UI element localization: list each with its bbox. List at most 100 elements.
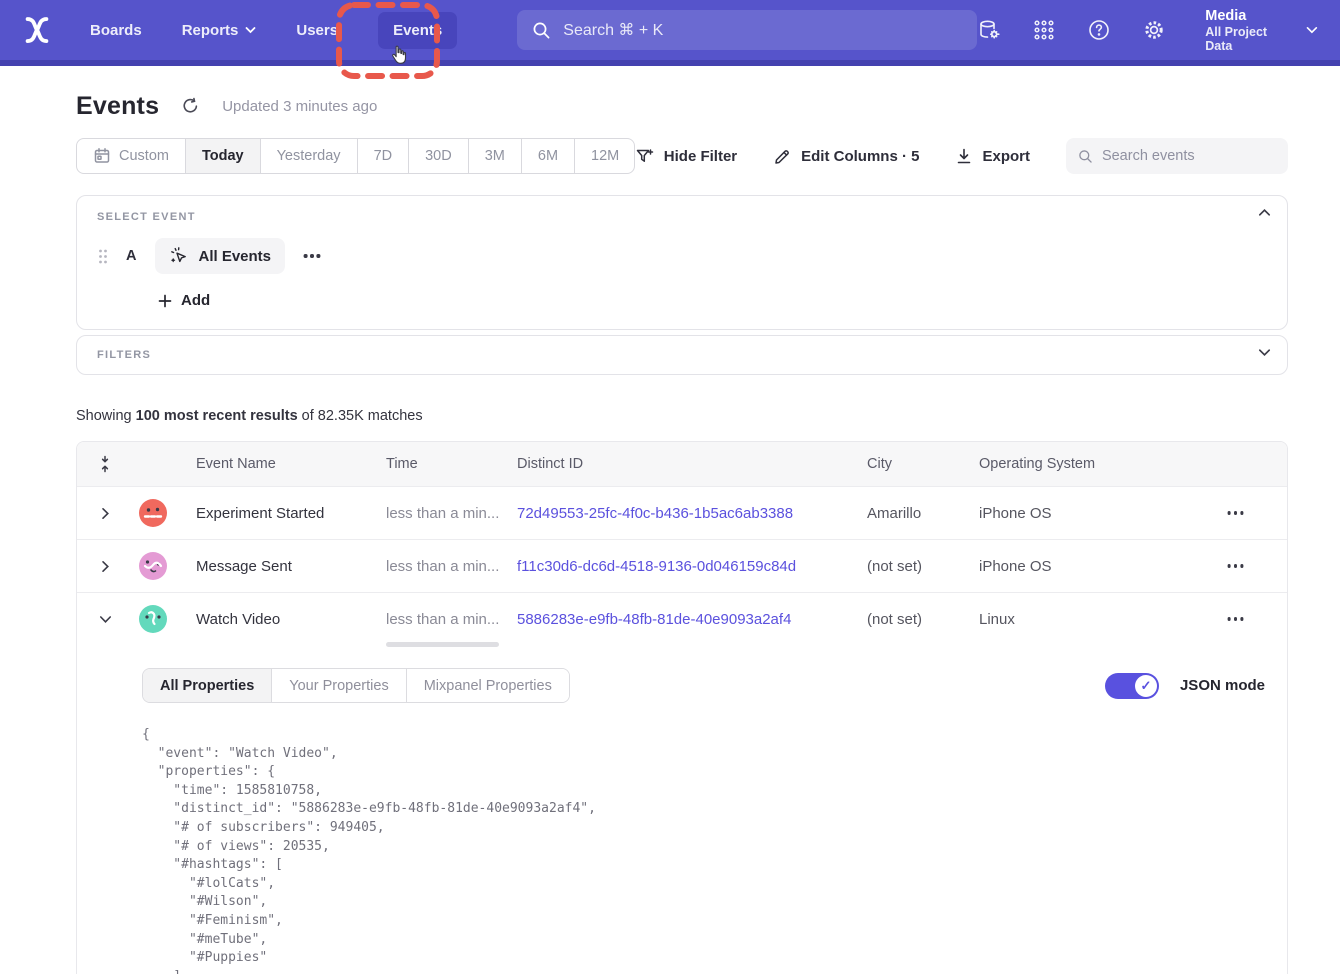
top-navbar: Boards Reports Users Events Search ⌘ + K bbox=[0, 0, 1340, 66]
nav-item-reports[interactable]: Reports bbox=[182, 22, 257, 39]
expand-row-button[interactable] bbox=[101, 560, 110, 573]
collapse-row-button[interactable] bbox=[99, 615, 112, 624]
add-event-button[interactable]: Add bbox=[158, 292, 210, 309]
col-operating-system[interactable]: Operating System bbox=[979, 456, 1172, 472]
search-events-input[interactable] bbox=[1102, 148, 1276, 164]
project-selector[interactable]: Media All Project Data bbox=[1205, 7, 1318, 54]
time-cell: less than a min... bbox=[386, 505, 517, 522]
chevron-right-icon bbox=[101, 507, 110, 520]
time-cell: less than a min... bbox=[386, 558, 517, 575]
plus-icon bbox=[158, 294, 172, 308]
expand-filters-button[interactable] bbox=[1258, 348, 1271, 357]
event-name-cell: Message Sent bbox=[196, 558, 386, 575]
primary-nav: Boards Reports Users Events bbox=[90, 12, 457, 49]
table-header: Event Name Time Distinct ID City Operati… bbox=[77, 442, 1287, 486]
download-icon bbox=[955, 147, 973, 166]
date-range-12m[interactable]: 12M bbox=[574, 139, 635, 173]
settings-gear-icon[interactable] bbox=[1142, 18, 1166, 42]
event-avatar bbox=[139, 552, 167, 580]
event-more-options-icon[interactable] bbox=[297, 254, 327, 257]
row-more-options-icon[interactable] bbox=[1221, 564, 1251, 567]
table-row[interactable]: Message Sent less than a min... f11c30d6… bbox=[77, 539, 1287, 592]
tab-your-properties[interactable]: Your Properties bbox=[271, 669, 405, 702]
collapse-section-button[interactable] bbox=[1258, 208, 1271, 217]
project-name: Media bbox=[1205, 7, 1296, 26]
search-icon bbox=[532, 21, 551, 40]
help-icon[interactable] bbox=[1087, 18, 1111, 42]
chevron-down-icon bbox=[99, 615, 112, 624]
city-cell: (not set) bbox=[867, 558, 979, 575]
export-button[interactable]: Export bbox=[955, 147, 1030, 166]
date-range-6m[interactable]: 6M bbox=[521, 139, 574, 173]
distinct-id-link[interactable]: f11c30d6-dc6d-4518-9136-0d046159c84d bbox=[517, 558, 867, 575]
mixpanel-logo-icon[interactable] bbox=[22, 15, 52, 45]
date-range-custom[interactable]: Custom bbox=[77, 139, 185, 173]
event-name-cell: Experiment Started bbox=[196, 505, 386, 522]
chevron-up-icon bbox=[1258, 208, 1271, 217]
apps-grid-icon[interactable] bbox=[1032, 18, 1056, 42]
city-cell: Amarillo bbox=[867, 505, 979, 522]
date-range-7d[interactable]: 7D bbox=[357, 139, 409, 173]
chevron-down-icon bbox=[245, 26, 256, 34]
main-content: Events Updated 3 minutes ago Custom Toda… bbox=[0, 66, 1340, 974]
row-more-options-icon[interactable] bbox=[1221, 617, 1251, 620]
table-row[interactable]: Experiment Started less than a min... 72… bbox=[77, 486, 1287, 539]
filter-funnel-icon bbox=[635, 147, 655, 166]
event-selector-button[interactable]: All Events bbox=[155, 238, 285, 274]
global-search-bar[interactable]: Search ⌘ + K bbox=[517, 10, 977, 50]
collapse-all-button[interactable] bbox=[97, 455, 113, 473]
nav-item-users[interactable]: Users bbox=[296, 22, 338, 39]
col-event-name[interactable]: Event Name bbox=[196, 456, 386, 472]
date-range-yesterday[interactable]: Yesterday bbox=[260, 139, 357, 173]
table-row-expanded[interactable]: Watch Video less than a min... 5886283e-… bbox=[77, 592, 1287, 645]
filters-card: FILTERS bbox=[76, 335, 1288, 375]
hide-filter-button[interactable]: Hide Filter bbox=[635, 147, 737, 166]
col-time[interactable]: Time bbox=[386, 456, 517, 472]
nav-item-boards[interactable]: Boards bbox=[90, 22, 142, 39]
chevron-down-icon bbox=[1306, 26, 1318, 34]
data-management-icon[interactable] bbox=[977, 18, 1001, 42]
horizontal-scrollbar-thumb[interactable] bbox=[386, 642, 499, 647]
project-subtitle: All Project Data bbox=[1205, 25, 1296, 53]
edit-columns-button[interactable]: Edit Columns · 5 bbox=[773, 147, 919, 166]
nav-right-icons: Media All Project Data bbox=[977, 7, 1318, 54]
distinct-id-link[interactable]: 72d49553-25fc-4f0c-b436-1b5ac6ab3388 bbox=[517, 505, 867, 522]
json-mode-toggle[interactable]: ✓ bbox=[1105, 673, 1159, 699]
chevron-down-icon bbox=[1258, 348, 1271, 357]
drag-handle-icon[interactable] bbox=[97, 248, 109, 265]
json-mode-label: JSON mode bbox=[1180, 677, 1265, 694]
col-city[interactable]: City bbox=[867, 456, 979, 472]
collapse-rows-icon bbox=[97, 455, 113, 473]
results-summary: Showing 100 most recent results of 82.35… bbox=[76, 408, 1288, 424]
os-cell: iPhone OS bbox=[979, 558, 1172, 575]
date-range-30d[interactable]: 30D bbox=[408, 139, 468, 173]
os-cell: iPhone OS bbox=[979, 505, 1172, 522]
distinct-id-link[interactable]: 5886283e-e9fb-48fb-81de-40e9093a2af4 bbox=[517, 611, 867, 628]
col-distinct-id[interactable]: Distinct ID bbox=[517, 456, 867, 472]
filters-label: FILTERS bbox=[97, 349, 1267, 361]
tab-all-properties[interactable]: All Properties bbox=[143, 669, 271, 702]
event-json-view: { "event": "Watch Video", "properties": … bbox=[142, 726, 1265, 974]
select-event-label: SELECT EVENT bbox=[97, 211, 1267, 223]
select-event-card: SELECT EVENT A All Events bbox=[76, 195, 1288, 330]
search-events-field[interactable] bbox=[1066, 138, 1288, 174]
event-avatar bbox=[139, 499, 167, 527]
updated-timestamp: Updated 3 minutes ago bbox=[222, 98, 377, 115]
nav-item-events[interactable]: Events bbox=[378, 12, 457, 49]
search-icon bbox=[1078, 148, 1093, 165]
event-row-letter: A bbox=[126, 248, 136, 264]
date-range-today[interactable]: Today bbox=[185, 139, 260, 173]
row-more-options-icon[interactable] bbox=[1221, 511, 1251, 514]
events-table: Event Name Time Distinct ID City Operati… bbox=[76, 441, 1288, 974]
expand-row-button[interactable] bbox=[101, 507, 110, 520]
refresh-button[interactable] bbox=[181, 97, 200, 116]
city-cell: (not set) bbox=[867, 611, 979, 628]
os-cell: Linux bbox=[979, 611, 1172, 628]
tab-mixpanel-properties[interactable]: Mixpanel Properties bbox=[406, 669, 569, 702]
event-detail-panel: All Properties Your Properties Mixpanel … bbox=[77, 645, 1287, 974]
pencil-icon bbox=[773, 147, 792, 166]
click-cursor-icon bbox=[169, 246, 189, 266]
refresh-icon bbox=[181, 97, 200, 116]
global-search-placeholder: Search ⌘ + K bbox=[563, 20, 663, 40]
date-range-3m[interactable]: 3M bbox=[468, 139, 521, 173]
